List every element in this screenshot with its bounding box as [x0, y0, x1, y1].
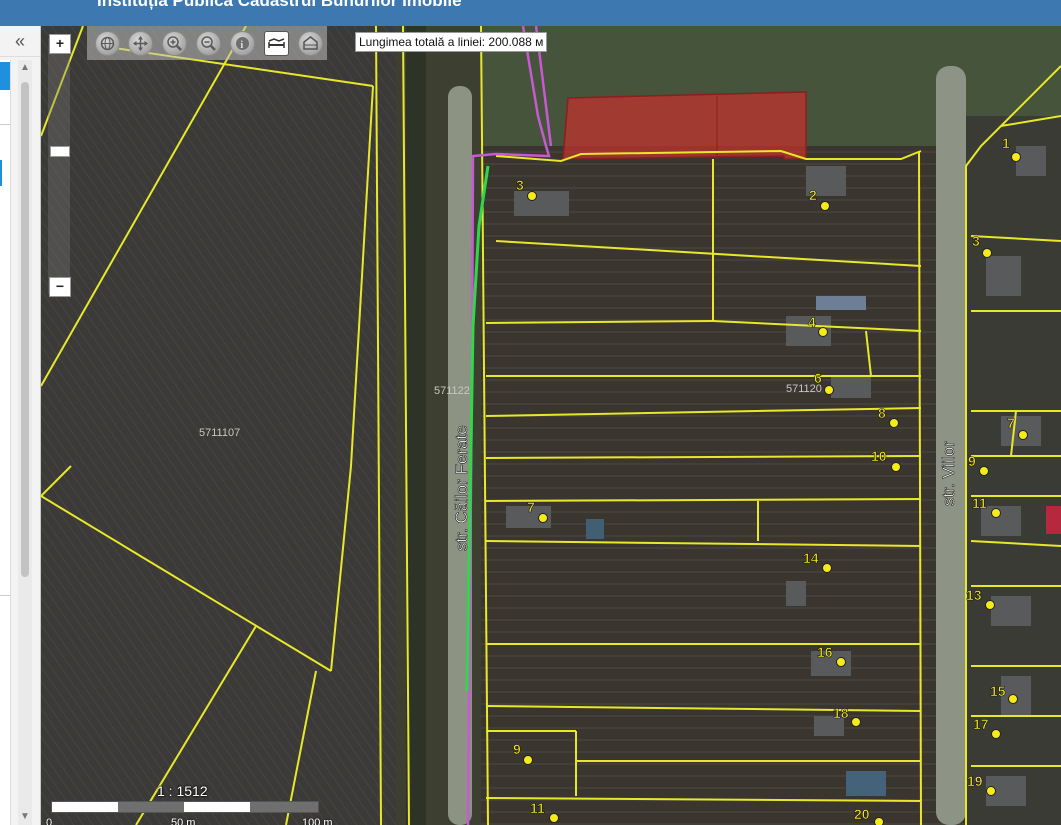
house-number: 16: [817, 644, 833, 660]
house-number: 1: [1002, 135, 1010, 151]
address-point[interactable]: [820, 201, 830, 211]
map-canvas[interactable]: 5711107 571122 571120 str. Căilor Ferate…: [41, 26, 1061, 825]
address-point[interactable]: [874, 817, 884, 825]
scale-ratio: 1 : 1512: [157, 783, 208, 799]
address-point[interactable]: [985, 600, 995, 610]
zoom-out-button[interactable]: −: [49, 277, 71, 297]
map-toolbar: i: [87, 26, 327, 60]
address-point[interactable]: [824, 385, 834, 395]
address-point[interactable]: [1008, 694, 1018, 704]
zoom-in-icon[interactable]: [162, 31, 187, 56]
map-viewport[interactable]: 5711107 571122 571120 str. Căilor Ferate…: [41, 26, 1061, 825]
house-number: 19: [967, 773, 983, 789]
scroll-up-icon[interactable]: ▲: [18, 60, 32, 76]
measure-area-icon[interactable]: [298, 31, 323, 56]
zoom-in-button[interactable]: +: [49, 34, 71, 54]
address-point[interactable]: [851, 717, 861, 727]
house-number: 11: [972, 495, 987, 511]
house-number: 13: [966, 587, 982, 603]
address-point[interactable]: [889, 418, 899, 428]
house-number: 4: [808, 314, 816, 330]
house-number: 14: [803, 550, 819, 566]
collapse-sidebar-button[interactable]: «: [0, 26, 40, 57]
measure-result-label: Lungimea totală a liniei: 200.088 м: [355, 32, 548, 52]
address-point[interactable]: [986, 786, 996, 796]
address-point[interactable]: [991, 508, 1001, 518]
scrollbar-thumb[interactable]: [21, 82, 29, 577]
address-point[interactable]: [818, 327, 828, 337]
house-number: 10: [871, 448, 887, 464]
scale-bar: [51, 801, 319, 813]
panel-selected-tab[interactable]: [0, 62, 10, 90]
address-point[interactable]: [979, 466, 989, 476]
address-point[interactable]: [1011, 152, 1021, 162]
address-point[interactable]: [891, 462, 901, 472]
house-number: 15: [990, 683, 1006, 699]
vertical-scrollbar[interactable]: ▲ ▼: [18, 60, 32, 825]
pan-icon[interactable]: [128, 31, 153, 56]
house-number: 7: [527, 499, 535, 515]
house-number: 11: [530, 800, 545, 816]
layer-panel: [0, 60, 11, 825]
zoom-slider-handle[interactable]: [50, 146, 70, 157]
parcel-id-label: 5711107: [199, 427, 240, 439]
address-point[interactable]: [836, 657, 846, 667]
scale-tick: 50 m: [171, 817, 196, 825]
scale-tick: 0: [46, 817, 53, 825]
house-number: 6: [814, 370, 822, 386]
address-point[interactable]: [549, 813, 559, 823]
house-number: 17: [973, 716, 989, 732]
header-title: Instituția Publică Cadastrul Bunurilor I…: [97, 0, 462, 10]
parcel-id-label: 571122: [434, 385, 470, 397]
house-number: 8: [878, 405, 886, 421]
address-point[interactable]: [527, 191, 537, 201]
globe-icon[interactable]: [95, 31, 120, 56]
scale-tick: 100 m: [302, 817, 333, 825]
measure-line-icon[interactable]: [264, 31, 289, 56]
address-point[interactable]: [822, 563, 832, 573]
scroll-down-icon[interactable]: ▼: [18, 811, 32, 825]
address-point[interactable]: [523, 755, 533, 765]
house-number: 2: [809, 187, 817, 203]
house-number: 3: [516, 177, 524, 193]
house-number: 9: [968, 453, 976, 469]
info-icon[interactable]: i: [230, 31, 255, 56]
address-point[interactable]: [538, 513, 548, 523]
street-name-label: str. Căilor Ferate: [452, 425, 471, 551]
sidebar: « ▲ ▼: [0, 26, 41, 825]
address-point[interactable]: [1018, 430, 1028, 440]
house-number: 20: [854, 806, 870, 822]
address-point[interactable]: [991, 729, 1001, 739]
app-header: Instituția Publică Cadastrul Bunurilor I…: [0, 0, 1061, 26]
zoom-out-icon[interactable]: [196, 31, 221, 56]
house-number: 18: [833, 705, 849, 721]
house-number: 9: [513, 741, 521, 757]
panel-content: [0, 124, 10, 596]
street-name-label: str. Viilor: [939, 441, 958, 506]
zoom-slider[interactable]: [48, 38, 70, 294]
svg-text:i: i: [240, 39, 243, 51]
address-point[interactable]: [982, 248, 992, 258]
house-number: 3: [972, 233, 980, 249]
house-number: 7: [1007, 415, 1015, 431]
panel-selection-marker: [0, 160, 2, 186]
